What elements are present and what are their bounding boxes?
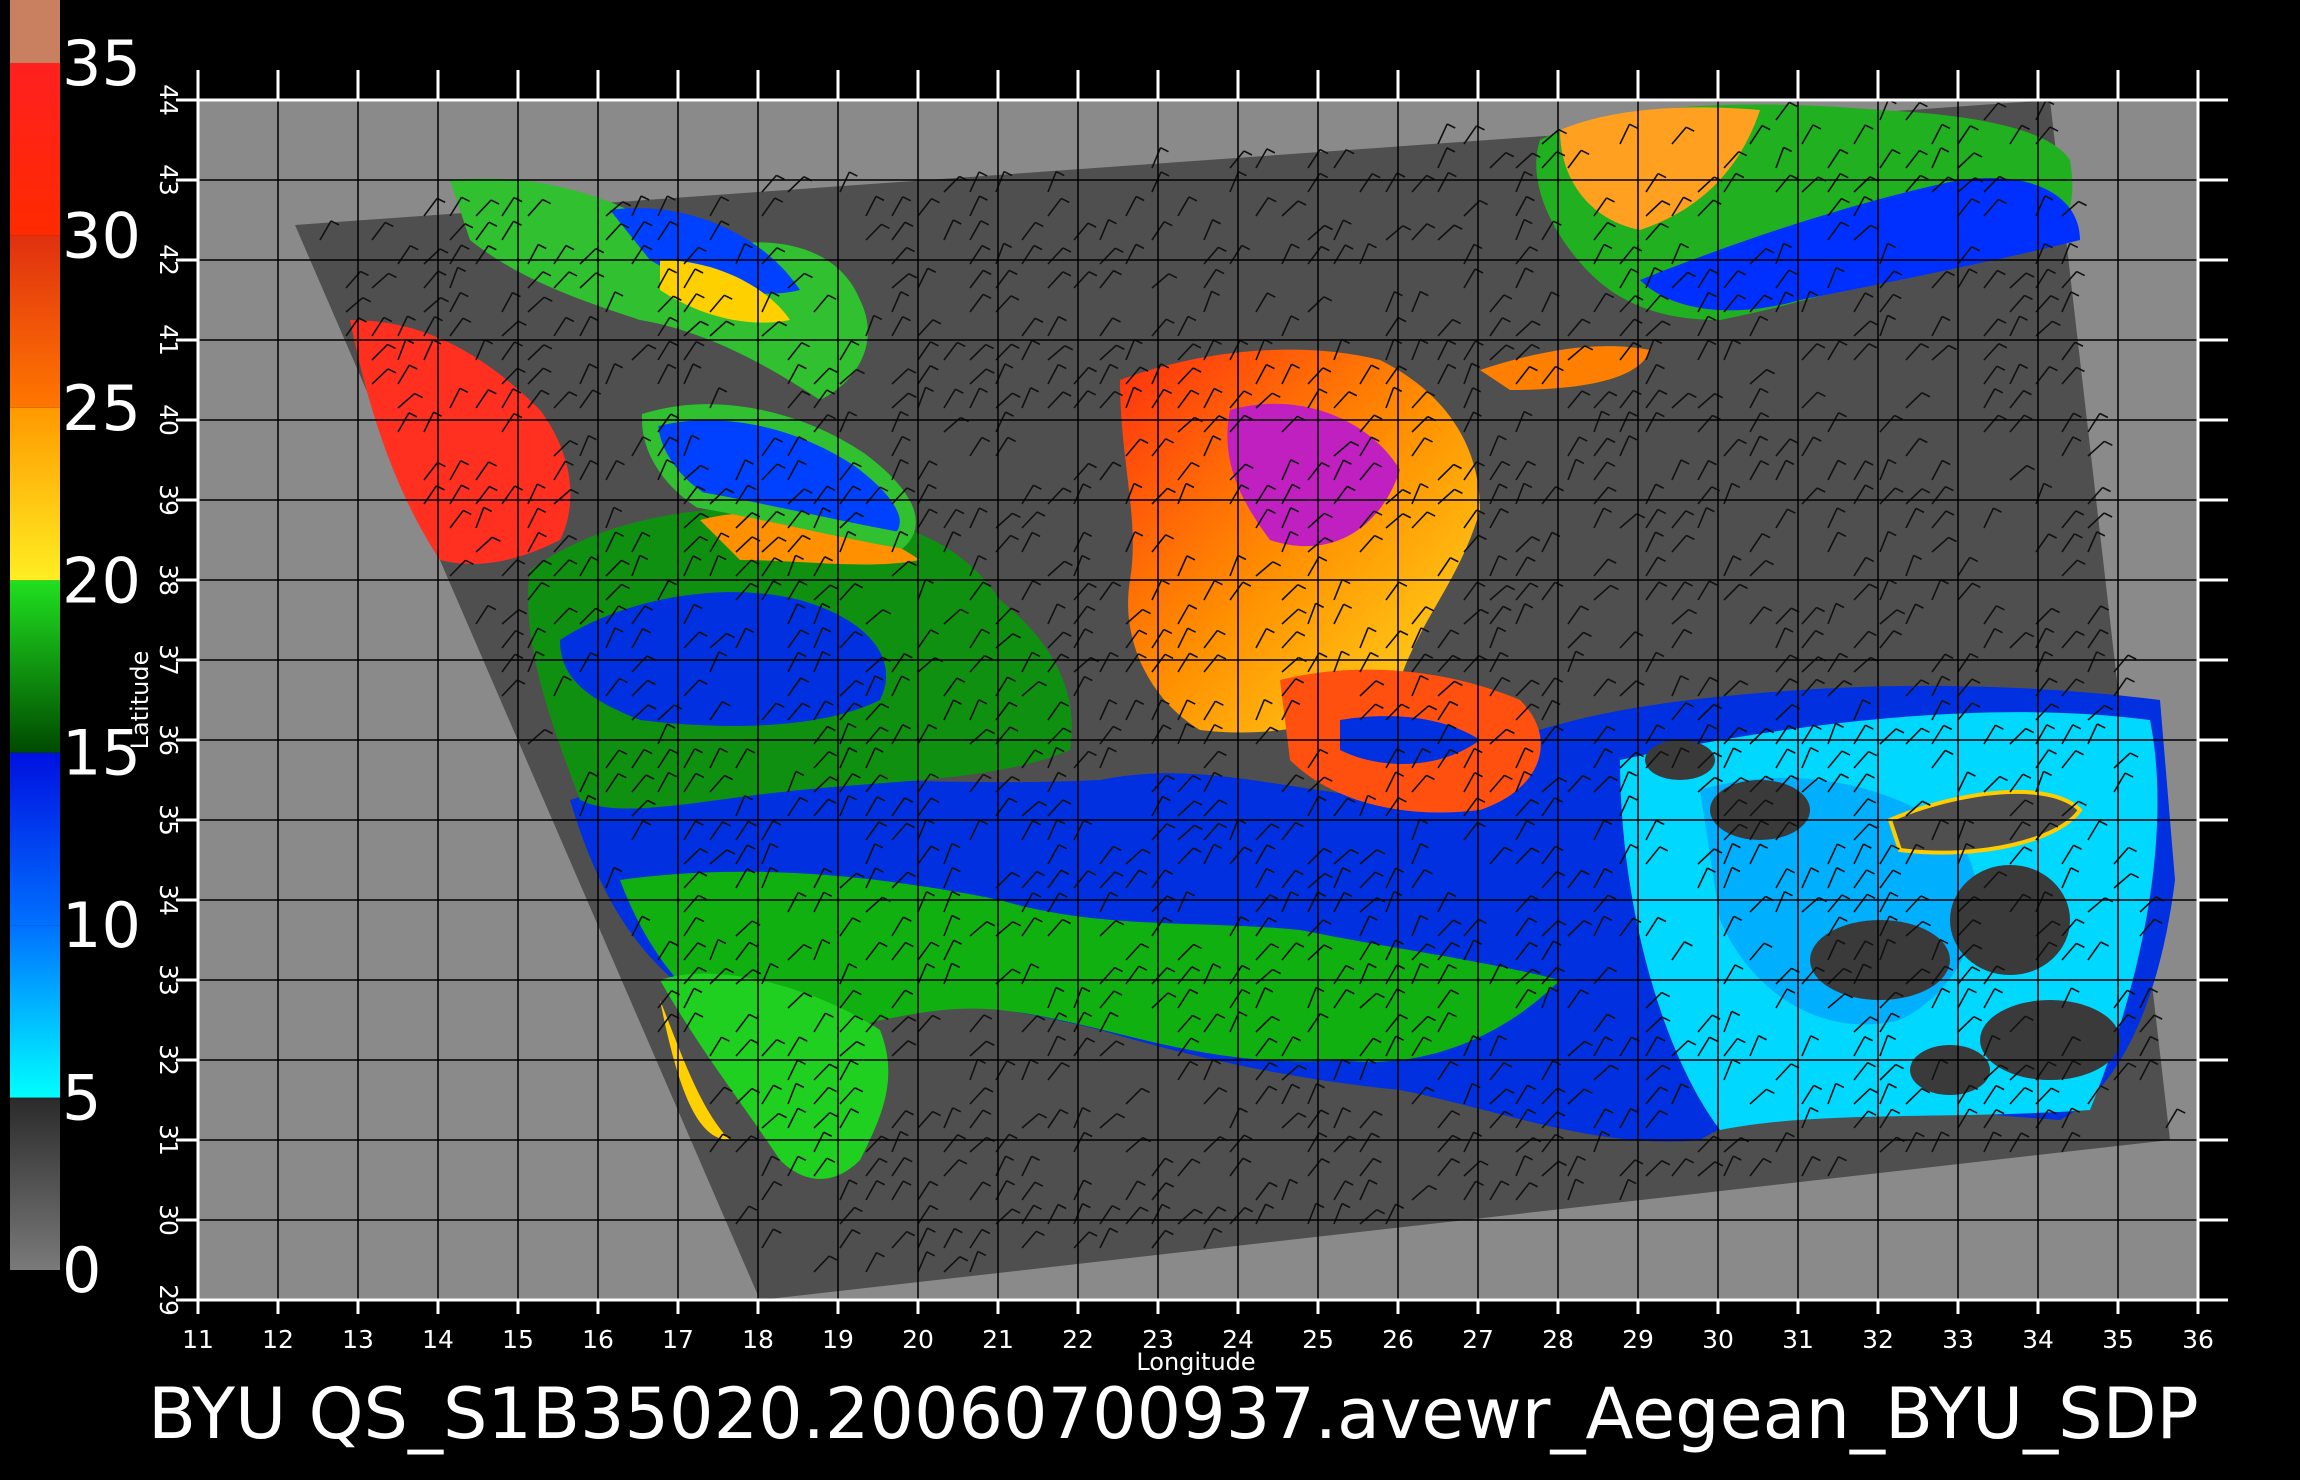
caption: BYU QS_S1B35020.20060700937.avewr_Aegean… [148,1373,2199,1455]
lat-tick-label: 30 [154,1204,183,1236]
color-scale-label: 30 [62,199,141,272]
lat-tick-label: 42 [154,244,183,276]
lon-tick-label: 12 [262,1325,294,1354]
lon-tick-label: 29 [1622,1325,1654,1354]
lon-tick-label: 27 [1462,1325,1494,1354]
lat-tick-label: 40 [154,404,183,436]
lon-tick-label: 13 [342,1325,374,1354]
lon-tick-label: 34 [2022,1325,2054,1354]
x-axis-title: Longitude [1136,1348,1255,1376]
color-scale-label: 0 [62,1234,101,1307]
lon-tick-label: 26 [1382,1325,1414,1354]
lon-tick-label: 35 [2102,1325,2134,1354]
lat-tick-label: 29 [154,1284,183,1316]
color-scale-band [10,1097,60,1270]
lat-tick-label: 31 [154,1124,183,1156]
color-scale-band [10,62,60,236]
lon-tick-label: 14 [422,1325,454,1354]
color-scale-label: 25 [62,372,141,445]
lat-tick-label: 33 [154,964,183,996]
lat-tick-label: 34 [154,884,183,916]
lon-tick-label: 32 [1862,1325,1894,1354]
color-scale-bar [10,0,60,1270]
lon-tick-label: 33 [1942,1325,1974,1354]
color-scale-label: 20 [62,544,141,617]
lon-tick-label: 31 [1782,1325,1814,1354]
color-scale-band [10,752,60,926]
lat-tick-label: 36 [154,724,183,756]
color-scale-band [10,925,60,1098]
lon-tick-label: 11 [182,1325,214,1354]
color-scale-band [10,580,60,753]
wind-speed-map: 11 12 13 14 15 16 17 18 19 20 21 22 23 24 25 26 27 28 29 30… [10,0,2228,1455]
color-scale-band [10,407,60,581]
lat-tick-label: 43 [154,164,183,196]
lat-tick-label: 38 [154,564,183,596]
color-scale-band [10,235,60,408]
color-scale-label: 5 [62,1062,101,1135]
lat-tick-label: 44 [154,84,183,116]
latitude-tick-labels: 29 30 31 32 33 34 35 36 37 38 39 40 41 42 43 44 [154,84,183,1316]
lon-tick-label: 25 [1302,1325,1334,1354]
lon-tick-label: 19 [822,1325,854,1354]
lon-tick-label: 21 [982,1325,1014,1354]
lon-tick-label: 28 [1542,1325,1574,1354]
lat-tick-label: 32 [154,1044,183,1076]
color-scale-band [10,0,60,63]
color-scale-label: 15 [62,717,141,790]
lat-tick-label: 39 [154,484,183,516]
lat-tick-label: 37 [154,644,183,676]
lon-tick-label: 17 [662,1325,694,1354]
lon-tick-label: 36 [2182,1325,2214,1354]
lon-tick-label: 18 [742,1325,774,1354]
color-scale-label: 10 [62,889,141,962]
lon-tick-label: 16 [582,1325,614,1354]
lat-tick-label: 35 [154,804,183,836]
lon-tick-label: 15 [502,1325,534,1354]
lon-tick-label: 20 [902,1325,934,1354]
lon-tick-label: 30 [1702,1325,1734,1354]
lat-tick-label: 41 [154,324,183,356]
lon-tick-label: 22 [1062,1325,1094,1354]
color-scale-label: 35 [62,27,141,100]
